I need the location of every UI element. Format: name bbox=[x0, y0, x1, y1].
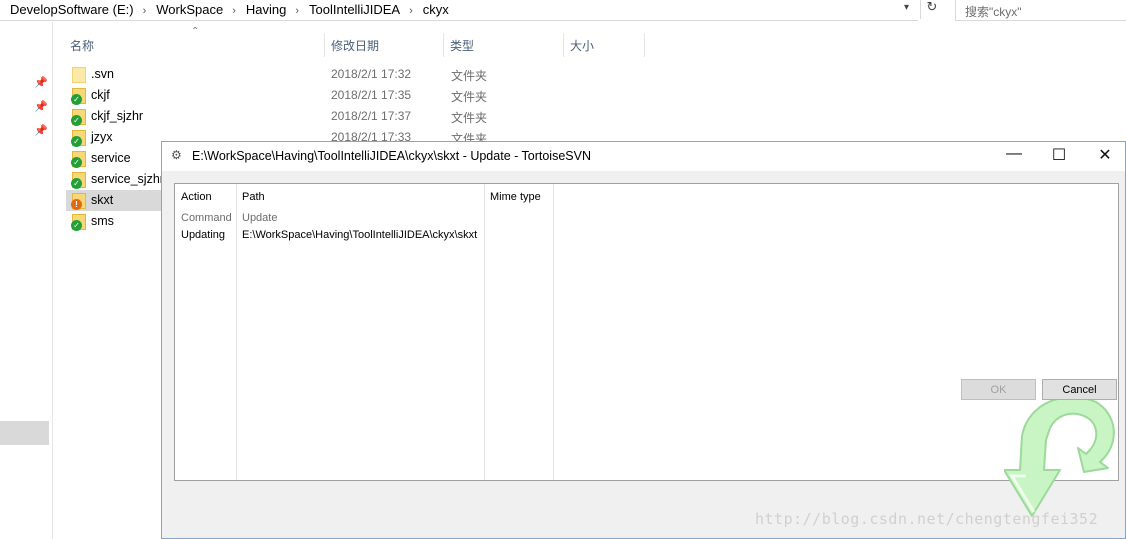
breadcrumb[interactable]: DevelopSoftware (E:) › WorkSpace › Having › To… bbox=[0, 0, 918, 21]
column-date-label: 修改日期 bbox=[331, 39, 380, 53]
tortoisesvn-icon: ⚙ bbox=[171, 148, 182, 162]
minimize-button[interactable]: — bbox=[994, 145, 1034, 167]
file-date: 2018/2/1 17:37 bbox=[331, 109, 412, 123]
breadcrumb-separator: › bbox=[409, 5, 413, 17]
update-log-list[interactable]: Action Path Mime type Command Update Upd… bbox=[174, 183, 1119, 517]
dialog-title: E:\WorkSpace\Having\ToolIntelliJIDEA\cky… bbox=[192, 149, 591, 163]
pin-icon[interactable]: 📌 bbox=[34, 124, 48, 137]
column-type-label: 类型 bbox=[450, 39, 475, 53]
ok-button[interactable]: OK bbox=[961, 379, 1036, 400]
search-box[interactable]: 搜索"ckyx" bbox=[955, 0, 1126, 21]
folder-icon: ✓ bbox=[71, 109, 86, 126]
file-name: ckjf_sjzhr bbox=[91, 109, 144, 123]
log-action: Command bbox=[181, 212, 232, 224]
file-name: skxt bbox=[91, 193, 114, 207]
file-row-ckjf[interactable]: ✓ ckjf bbox=[66, 85, 366, 106]
file-type: 文件夹 bbox=[451, 90, 488, 104]
log-path: E:\WorkSpace\Having\ToolIntelliJIDEA\cky… bbox=[242, 229, 478, 241]
file-type: 文件夹 bbox=[451, 111, 488, 125]
folder-icon: ✓ bbox=[71, 130, 86, 147]
column-name-label: 名称 bbox=[70, 39, 95, 53]
file-name: jzyx bbox=[91, 130, 113, 144]
breadcrumb-separator: › bbox=[295, 5, 300, 17]
file-row-svn[interactable]: .svn bbox=[66, 64, 366, 85]
folder-icon: ✓ bbox=[71, 88, 86, 105]
check-badge-icon: ✓ bbox=[71, 220, 82, 231]
folder-icon: ✓ bbox=[71, 172, 86, 189]
breadcrumb-separator: › bbox=[142, 5, 147, 17]
check-badge-icon: ✓ bbox=[71, 178, 82, 189]
column-header-type[interactable]: 类型 bbox=[444, 33, 564, 57]
search-input[interactable]: 搜索"ckyx" bbox=[965, 3, 1022, 20]
column-size-label: 大小 bbox=[570, 39, 595, 53]
file-date: 2018/2/1 17:32 bbox=[331, 67, 412, 81]
file-name: ckjf bbox=[91, 88, 110, 102]
folder-icon: ! bbox=[71, 193, 86, 210]
folder-icon: ✓ bbox=[71, 151, 86, 168]
file-type: 文件夹 bbox=[451, 69, 488, 83]
folder-icon bbox=[72, 67, 86, 83]
pin-icon[interactable]: 📌 bbox=[34, 100, 48, 113]
breadcrumb-separator: › bbox=[232, 5, 236, 17]
header-mime-type[interactable]: Mime type bbox=[490, 191, 541, 203]
nav-item-selected[interactable] bbox=[0, 421, 49, 445]
file-name: service bbox=[91, 151, 131, 165]
update-arrow-icon bbox=[1004, 396, 1115, 517]
breadcrumb-drive[interactable]: DevelopSoftware (E:) bbox=[10, 2, 134, 17]
column-header-name[interactable]: 名称 bbox=[64, 33, 325, 57]
file-name: .svn bbox=[91, 67, 114, 81]
refresh-icon[interactable]: ↻ bbox=[920, 0, 943, 19]
column-mime bbox=[485, 184, 554, 480]
breadcrumb-ckyx[interactable]: ckyx bbox=[423, 2, 449, 17]
check-badge-icon: ✓ bbox=[71, 136, 82, 147]
folder-icon: ✓ bbox=[71, 214, 86, 231]
svn-update-dialog: ⚙ E:\WorkSpace\Having\ToolIntelliJIDEA\c… bbox=[161, 141, 1126, 539]
header-path[interactable]: Path bbox=[242, 191, 265, 203]
breadcrumb-toolintellijidea[interactable]: ToolIntelliJIDEA bbox=[309, 2, 400, 17]
breadcrumb-having[interactable]: Having bbox=[246, 2, 286, 17]
log-path: Update bbox=[242, 212, 278, 224]
file-name: service_sjzhr bbox=[91, 172, 164, 186]
navigation-pane[interactable]: 📌 📌 📌 bbox=[0, 22, 53, 539]
header-action[interactable]: Action bbox=[181, 191, 212, 203]
cancel-button[interactable]: Cancel bbox=[1042, 379, 1117, 400]
close-button[interactable]: ✕ bbox=[1085, 145, 1125, 167]
column-header-size[interactable]: 大小 bbox=[564, 33, 645, 57]
column-header-date[interactable]: 修改日期 bbox=[325, 33, 444, 57]
warning-badge-icon: ! bbox=[71, 199, 82, 210]
check-badge-icon: ✓ bbox=[71, 157, 82, 168]
file-date: 2018/2/1 17:35 bbox=[331, 88, 412, 102]
check-badge-icon: ✓ bbox=[71, 94, 82, 105]
file-row-skxt[interactable]: ! skxt bbox=[66, 190, 161, 211]
check-badge-icon: ✓ bbox=[71, 115, 82, 126]
file-name: sms bbox=[91, 214, 114, 228]
address-bar: DevelopSoftware (E:) › WorkSpace › Having › To… bbox=[0, 0, 1126, 22]
log-action: Updating bbox=[181, 229, 226, 241]
maximize-button[interactable]: ☐ bbox=[1039, 145, 1079, 167]
file-row-ckjf-sjzhr[interactable]: ✓ ckjf_sjzhr bbox=[66, 106, 366, 127]
dialog-title-bar[interactable]: ⚙ E:\WorkSpace\Having\ToolIntelliJIDEA\c… bbox=[162, 142, 1125, 171]
breadcrumb-workspace[interactable]: WorkSpace bbox=[156, 2, 223, 17]
chevron-down-icon[interactable]: ▾ bbox=[904, 2, 909, 13]
pin-icon[interactable]: 📌 bbox=[34, 76, 48, 89]
watermark: http://blog.csdn.net/chengtengfei352 bbox=[755, 510, 1099, 528]
